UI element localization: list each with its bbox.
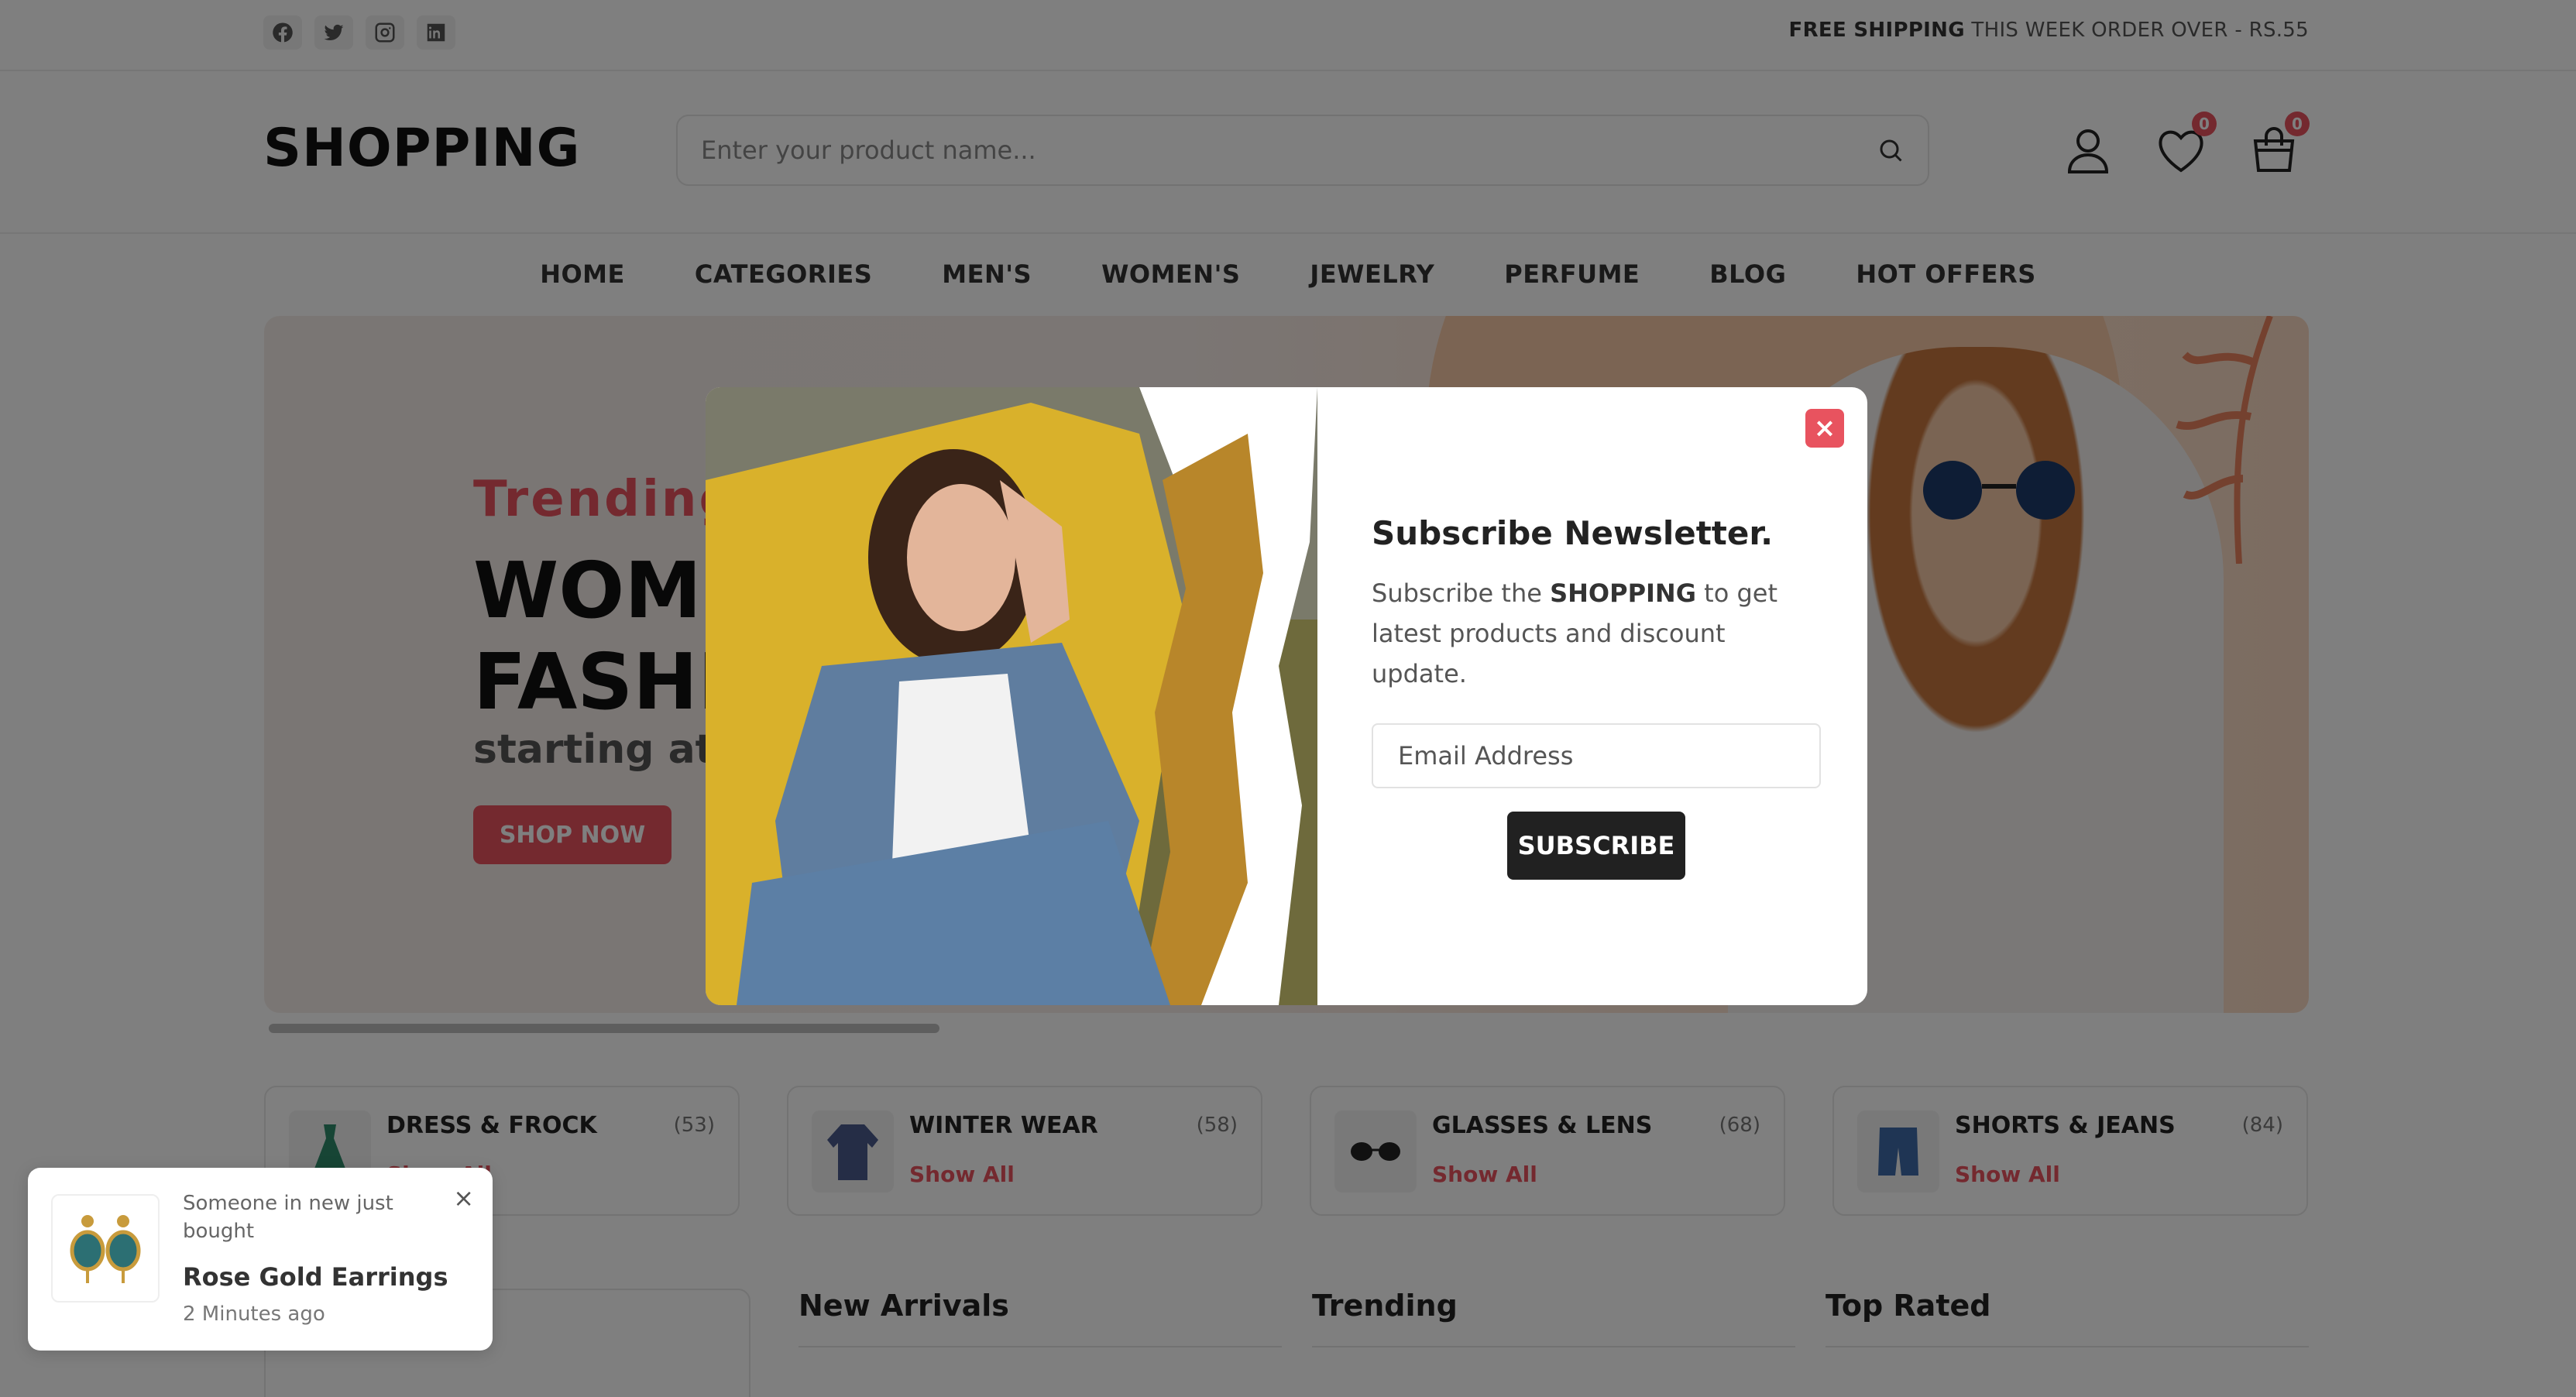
subscribe-button[interactable]: SUBSCRIBE bbox=[1507, 812, 1685, 880]
notification-time: 2 Minutes ago bbox=[183, 1303, 325, 1326]
close-icon[interactable]: × bbox=[1805, 409, 1844, 448]
newsletter-title: Subscribe Newsletter. bbox=[1372, 514, 1774, 552]
close-icon[interactable]: × bbox=[453, 1183, 474, 1213]
newsletter-model-image bbox=[706, 387, 1317, 1005]
newsletter-description: Subscribe the SHOPPING to get latest pro… bbox=[1372, 573, 1805, 694]
newsletter-desc-text: Subscribe the bbox=[1372, 578, 1551, 608]
purchase-notification: Someone in new just bought Rose Gold Ear… bbox=[28, 1168, 493, 1351]
newsletter-modal: × Subscribe Newsletter. Subscribe the SH… bbox=[706, 387, 1867, 1005]
email-field[interactable]: Email Address bbox=[1372, 723, 1821, 788]
earrings-image bbox=[51, 1194, 160, 1303]
notification-product[interactable]: Rose Gold Earrings bbox=[183, 1262, 448, 1292]
notification-message: Someone in new just bought bbox=[183, 1192, 393, 1243]
newsletter-desc-brand: SHOPPING bbox=[1550, 578, 1696, 608]
